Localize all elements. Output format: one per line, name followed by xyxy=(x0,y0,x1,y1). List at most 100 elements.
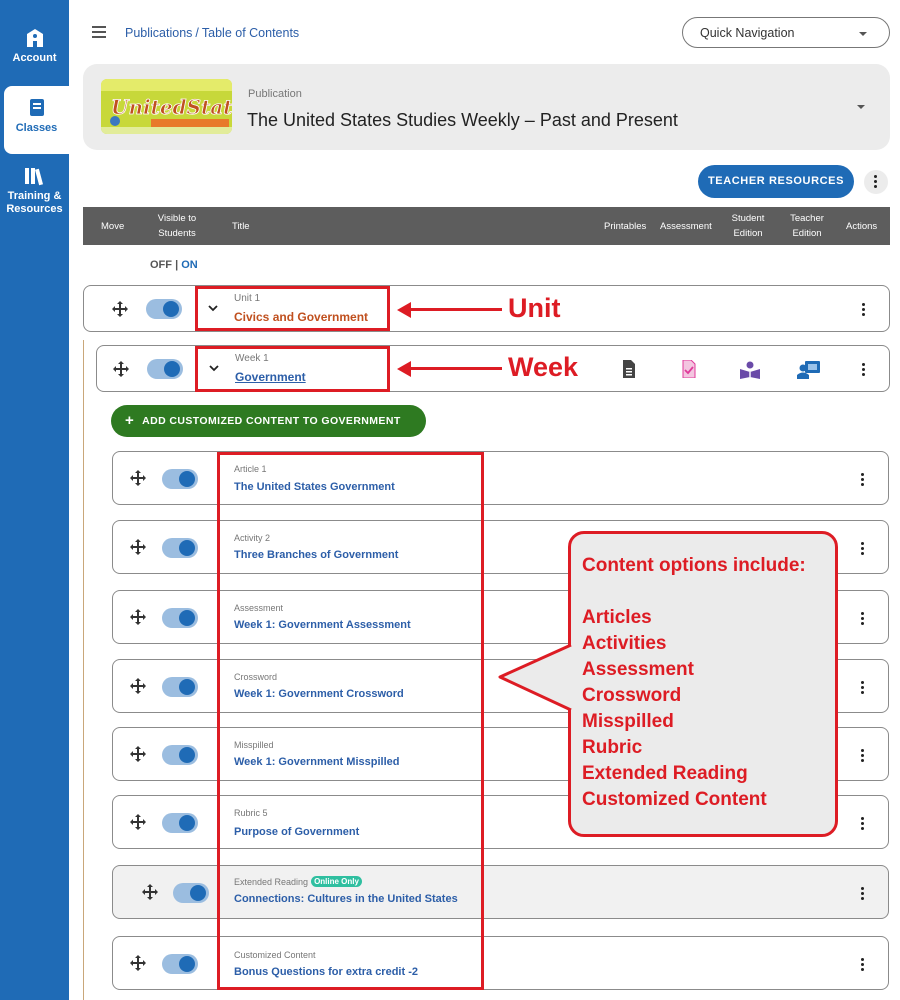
drag-move-icon[interactable] xyxy=(130,539,146,555)
callout-item: Customized Content xyxy=(582,789,767,810)
printables-icon[interactable] xyxy=(621,360,637,378)
sidebar-item-label: Classes xyxy=(15,122,58,134)
drag-move-icon[interactable] xyxy=(130,814,146,830)
library-books-icon xyxy=(24,168,43,186)
unit-highlight-box xyxy=(195,286,390,331)
drag-move-icon[interactable] xyxy=(130,746,146,762)
week-arrow-line xyxy=(408,367,502,370)
content-options-text: Content options include: Articles Activi… xyxy=(582,553,806,813)
more-vert-icon[interactable] xyxy=(861,887,865,902)
add-content-label: ADD CUSTOMIZED CONTENT TO xyxy=(142,415,319,427)
sidebar-item-label: Training & xyxy=(7,190,62,202)
publication-label: Publication xyxy=(248,88,302,100)
menu-icon[interactable] xyxy=(92,26,106,38)
publication-title: The United States Studies Weekly – Past … xyxy=(247,110,678,130)
visibility-toggle[interactable] xyxy=(162,745,198,765)
sidebar-item-label: Account xyxy=(12,52,57,64)
column-header-actions: Actions xyxy=(846,221,878,232)
column-header-assessment: Assessment xyxy=(660,221,712,232)
more-vert-icon[interactable] xyxy=(861,749,865,764)
drag-move-icon[interactable] xyxy=(130,955,146,971)
off-on-separator: | xyxy=(175,259,179,271)
week-annotation: Week xyxy=(508,352,579,382)
visibility-legend: OFF | ON xyxy=(150,259,198,271)
visibility-toggle[interactable] xyxy=(162,538,198,558)
more-vert-icon[interactable] xyxy=(862,363,866,378)
breadcrumb-current[interactable]: Table of Contents xyxy=(202,26,299,40)
student-edition-icon[interactable] xyxy=(739,361,761,379)
breadcrumb: Publications / Table of Contents xyxy=(125,26,299,40)
callout-item: Assessment xyxy=(582,659,694,680)
drag-move-icon[interactable] xyxy=(130,609,146,625)
column-header-student-line1: Student xyxy=(731,213,765,224)
unit-arrow-line xyxy=(408,308,502,311)
column-header-student-line2: Edition xyxy=(733,228,763,239)
chevron-down-icon xyxy=(857,105,865,109)
on-label: ON xyxy=(181,259,198,271)
more-options-button[interactable] xyxy=(864,170,888,194)
callout-item: Activities xyxy=(582,633,667,654)
teacher-resources-button[interactable]: TEACHER RESOURCES xyxy=(698,165,854,198)
column-header-title: Title xyxy=(232,221,250,232)
drag-move-icon[interactable] xyxy=(142,884,158,900)
more-vert-icon[interactable] xyxy=(861,542,865,557)
more-vert-icon[interactable] xyxy=(861,473,865,488)
callout-item: Articles xyxy=(582,607,652,628)
more-vert-icon xyxy=(874,175,878,190)
column-header-visible-line2: Students xyxy=(158,228,196,239)
sidebar-item-classes[interactable]: Classes xyxy=(4,86,69,154)
sidebar-item-account[interactable]: Account xyxy=(0,28,69,72)
visibility-toggle[interactable] xyxy=(162,469,198,489)
teacher-edition-icon[interactable] xyxy=(797,360,821,379)
visibility-toggle[interactable] xyxy=(162,954,198,974)
svg-text:UnitedStates: UnitedStates xyxy=(111,95,232,119)
column-header-move: Move xyxy=(101,221,125,232)
callout-pointer xyxy=(498,643,572,712)
callout-title: Content options include: xyxy=(582,555,806,576)
visibility-toggle[interactable] xyxy=(162,677,198,697)
off-label: OFF xyxy=(150,259,172,271)
content-highlight-box xyxy=(217,452,484,990)
publication-cover-image: UnitedStates xyxy=(101,79,232,134)
plus-icon: + xyxy=(125,412,135,429)
week-highlight-box xyxy=(195,346,390,392)
more-vert-icon[interactable] xyxy=(862,303,866,318)
more-vert-icon[interactable] xyxy=(861,681,865,696)
tree-line xyxy=(83,340,84,1000)
visibility-toggle[interactable] xyxy=(147,359,183,379)
visibility-toggle[interactable] xyxy=(146,299,182,319)
callout-item: Misspilled xyxy=(582,711,674,732)
column-header-printables: Printables xyxy=(604,221,647,232)
column-header-teacher-line1: Teacher xyxy=(790,213,824,224)
visibility-toggle[interactable] xyxy=(162,608,198,628)
drag-move-icon[interactable] xyxy=(130,470,146,486)
table-header: Move Visible to Students Title Printable… xyxy=(83,207,890,245)
drag-move-icon[interactable] xyxy=(130,678,146,694)
breadcrumb-separator: / xyxy=(195,26,199,40)
quick-navigation-label: Quick Navigation xyxy=(700,26,795,40)
callout-item: Rubric xyxy=(582,737,643,758)
visibility-toggle[interactable] xyxy=(173,883,209,903)
more-vert-icon[interactable] xyxy=(861,817,865,832)
school-icon xyxy=(26,29,43,47)
sidebar-item-training[interactable]: Training & Resources xyxy=(0,166,69,226)
add-content-target: GOVERNMENT xyxy=(321,415,401,427)
drag-move-icon[interactable] xyxy=(112,301,128,317)
drag-move-icon[interactable] xyxy=(113,361,129,377)
quick-navigation-select[interactable]: Quick Navigation xyxy=(682,17,890,48)
more-vert-icon[interactable] xyxy=(861,612,865,627)
column-header-teacher-line2: Edition xyxy=(792,228,822,239)
add-customized-content-button[interactable]: + ADD CUSTOMIZED CONTENT TO GOVERNMENT xyxy=(111,405,426,437)
chevron-down-icon xyxy=(859,32,867,36)
callout-item: Crossword xyxy=(582,685,682,706)
assessment-icon[interactable] xyxy=(681,360,697,378)
book-icon xyxy=(29,99,44,116)
column-header-visible: Visible to Students xyxy=(155,211,199,241)
more-vert-icon[interactable] xyxy=(861,958,865,973)
column-header-visible-line1: Visible to xyxy=(157,213,197,224)
sidebar: Account Classes Training & Resources xyxy=(0,0,69,1000)
callout-item: Extended Reading xyxy=(582,763,748,784)
breadcrumb-publications-link[interactable]: Publications xyxy=(125,26,192,40)
visibility-toggle[interactable] xyxy=(162,813,198,833)
publication-selector[interactable]: UnitedStates Publication The United Stat… xyxy=(83,64,890,150)
